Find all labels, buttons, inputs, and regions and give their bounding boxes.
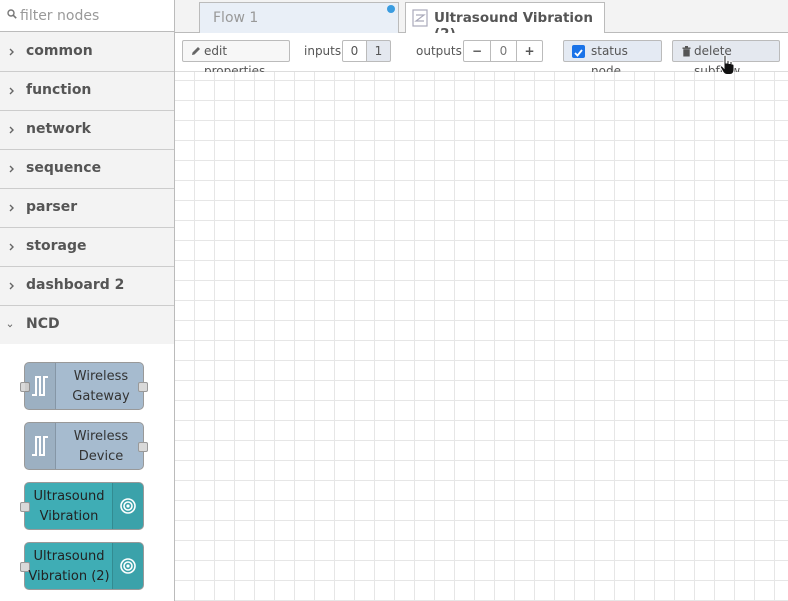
hand-cursor-icon bbox=[719, 54, 735, 75]
category-label: common bbox=[26, 43, 93, 59]
node-icon-box bbox=[25, 363, 56, 409]
node-label: Ultrasound Vibration bbox=[33, 489, 105, 524]
category-parser[interactable]: parser bbox=[0, 189, 174, 228]
node-label: Wireless Device bbox=[73, 429, 129, 464]
category-label: dashboard 2 bbox=[26, 277, 125, 293]
output-port bbox=[138, 442, 148, 452]
trash-icon bbox=[682, 46, 691, 57]
outputs-label: outputs: bbox=[416, 44, 466, 58]
category-label: function bbox=[26, 82, 92, 98]
tab-ultrasound-vibration-2[interactable]: Ultrasound Vibration (2) bbox=[405, 2, 605, 42]
tab-flow-1[interactable]: Flow 1 bbox=[199, 2, 399, 33]
category-label: parser bbox=[26, 199, 78, 215]
palette-node-ultrasound-vibration[interactable]: Ultrasound Vibration bbox=[20, 482, 144, 530]
outputs-increment-button[interactable]: + bbox=[516, 40, 543, 62]
outputs-value[interactable]: 0 bbox=[490, 40, 517, 62]
target-icon bbox=[120, 498, 136, 514]
pencil-icon bbox=[192, 47, 200, 55]
search-icon bbox=[7, 9, 17, 19]
category-common[interactable]: common bbox=[0, 33, 174, 72]
checkmark-icon bbox=[574, 49, 583, 57]
chevron-right-icon bbox=[9, 204, 14, 212]
target-icon bbox=[120, 558, 136, 574]
category-label: network bbox=[26, 121, 91, 137]
category-label: NCD bbox=[26, 316, 60, 332]
category-dashboard-2[interactable]: dashboard 2 bbox=[0, 267, 174, 306]
category-function[interactable]: function bbox=[0, 72, 174, 111]
ncd-node-list: Wireless Gateway Wireless Device Ultrasoun… bbox=[0, 344, 174, 601]
category-label: sequence bbox=[26, 160, 102, 176]
chevron-right-icon bbox=[9, 126, 14, 134]
node-icon-box bbox=[25, 423, 56, 469]
chevron-right-icon bbox=[9, 48, 14, 56]
square-wave-icon bbox=[32, 436, 48, 456]
square-wave-icon bbox=[32, 376, 48, 396]
subflow-icon bbox=[412, 9, 428, 27]
chevron-down-icon bbox=[7, 324, 13, 328]
palette-node-ultrasound-vibration-2[interactable]: Ultrasound Vibration (2) bbox=[20, 542, 144, 590]
category-label: storage bbox=[26, 238, 87, 254]
inputs-label: inputs: bbox=[304, 44, 346, 58]
category-network[interactable]: network bbox=[0, 111, 174, 150]
category-ncd[interactable]: NCD bbox=[0, 306, 174, 344]
edit-properties-button[interactable]: edit properties bbox=[182, 40, 290, 78]
chevron-right-icon bbox=[9, 282, 14, 290]
chevron-right-icon bbox=[9, 87, 14, 95]
status-node-toggle[interactable]: status node bbox=[563, 40, 662, 78]
palette-node-wireless-gateway[interactable]: Wireless Gateway bbox=[20, 362, 148, 410]
node-icon-box bbox=[112, 483, 143, 529]
workspace-tabs: Flow 1 Ultrasound Vibration (2) bbox=[175, 0, 788, 42]
flow-canvas[interactable] bbox=[175, 72, 788, 601]
node-icon-box bbox=[112, 543, 143, 589]
node-label: Wireless Gateway bbox=[72, 369, 130, 404]
inputs-option-1[interactable]: 1 bbox=[366, 40, 391, 62]
status-node-checkbox[interactable] bbox=[572, 45, 585, 58]
subflow-toolbar: edit properties inputs: 0 1 outputs: − 0… bbox=[175, 33, 788, 78]
category-sequence[interactable]: sequence bbox=[0, 150, 174, 189]
node-label: Ultrasound Vibration (2) bbox=[28, 549, 110, 584]
changed-indicator bbox=[387, 5, 395, 13]
tab-label: Flow 1 bbox=[213, 10, 259, 26]
palette-node-wireless-device[interactable]: Wireless Device bbox=[24, 422, 148, 470]
output-port bbox=[138, 382, 148, 392]
filter-nodes-input[interactable] bbox=[20, 6, 168, 26]
chevron-right-icon bbox=[9, 243, 14, 251]
node-palette: common function network sequence parser … bbox=[0, 0, 175, 601]
inputs-option-0[interactable]: 0 bbox=[342, 40, 367, 62]
outputs-decrement-button[interactable]: − bbox=[463, 40, 491, 62]
filter-bar bbox=[0, 0, 174, 32]
chevron-right-icon bbox=[9, 165, 14, 173]
category-storage[interactable]: storage bbox=[0, 228, 174, 267]
